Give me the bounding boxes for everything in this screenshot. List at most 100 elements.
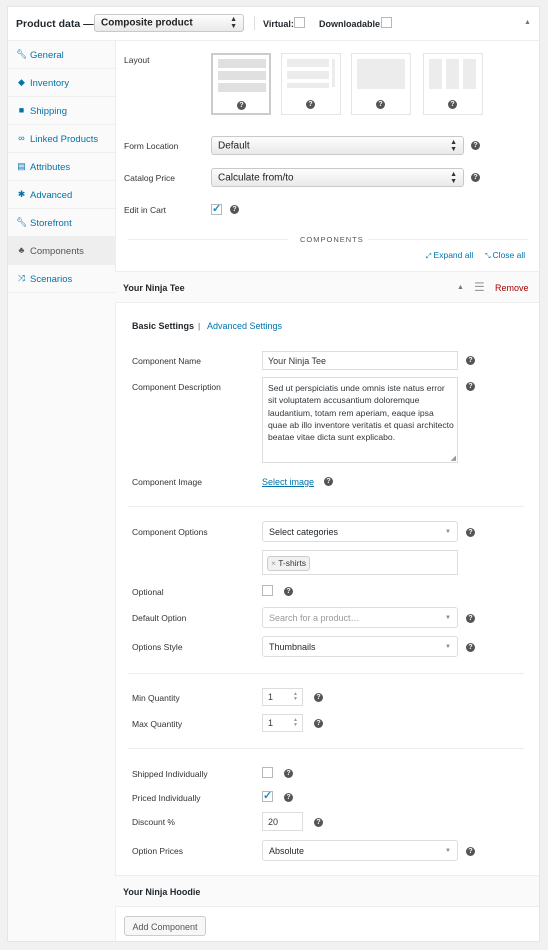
optional-checkbox[interactable] — [262, 585, 273, 596]
help-icon[interactable]: ? — [314, 693, 323, 702]
catalog-price-select[interactable]: Calculate from/to ▲ ▼ — [211, 168, 464, 187]
help-icon[interactable]: ? — [306, 100, 315, 109]
shipped-individually-checkbox[interactable] — [262, 767, 273, 778]
help-icon[interactable]: ? — [466, 847, 475, 856]
help-icon[interactable]: ? — [466, 356, 475, 365]
option-prices-value: Absolute — [269, 845, 305, 856]
min-quantity-input[interactable]: 1 ▲ ▼ — [262, 688, 303, 706]
remove-component-link[interactable]: Remove — [495, 283, 529, 293]
help-icon[interactable]: ? — [314, 719, 323, 728]
sidebar-item-label: Linked Products — [30, 134, 99, 145]
help-icon[interactable]: ? — [314, 818, 323, 827]
form-location-value: Default — [218, 140, 250, 151]
layout-label: Layout — [124, 55, 150, 65]
discount-input[interactable]: 20 — [262, 812, 303, 831]
expand-all-label: Expand all — [433, 250, 474, 260]
catalog-price-label: Catalog Price — [124, 173, 176, 183]
component-description-textarea[interactable]: Sed ut perspiciatis unde omnis iste natu… — [262, 377, 458, 463]
component-name-input[interactable]: Your Ninja Tee — [262, 351, 458, 370]
chevron-down-icon: ▼ — [445, 614, 451, 621]
sidebar-item-advanced[interactable]: ✱ Advanced — [8, 181, 115, 209]
form-location-select[interactable]: Default ▲ ▼ — [211, 136, 464, 155]
priced-individually-label: Priced Individually — [132, 793, 201, 803]
sidebar-item-components[interactable]: ♣ Components — [8, 237, 115, 265]
wrench-icon: 🔧︎ — [16, 217, 28, 227]
resize-handle-icon[interactable]: ◢ — [451, 454, 456, 462]
sidebar-item-label: Scenarios — [30, 274, 73, 285]
layout-option-stepped[interactable]: ? — [351, 53, 411, 115]
help-icon[interactable]: ? — [284, 793, 293, 802]
sidebar-item-label: Storefront — [30, 218, 72, 229]
help-icon[interactable]: ? — [284, 587, 293, 596]
help-icon[interactable]: ? — [466, 614, 475, 623]
product-type-value: Composite product — [101, 17, 193, 29]
min-quantity-value: 1 — [268, 692, 274, 702]
collapse-component-icon[interactable]: ▲ — [457, 284, 464, 291]
sidebar-item-inventory[interactable]: ◆ Inventory — [8, 69, 115, 97]
help-icon[interactable]: ? — [376, 100, 385, 109]
max-quantity-input[interactable]: 1 ▲ ▼ — [262, 714, 303, 732]
layout-option-progressive[interactable]: ? — [281, 53, 341, 115]
select-image-link[interactable]: Select image — [262, 477, 314, 487]
help-icon[interactable]: ? — [466, 382, 475, 391]
help-icon[interactable]: ? — [230, 205, 239, 214]
collapse-panel-icon[interactable]: ▲ — [524, 19, 531, 26]
help-icon[interactable]: ? — [284, 769, 293, 778]
component-header-ninja-tee[interactable]: Your Ninja Tee ▲ ☰ Remove — [115, 271, 539, 303]
max-quantity-value: 1 — [268, 718, 274, 728]
chevron-down-icon: ▼ — [445, 528, 451, 535]
edit-in-cart-checkbox[interactable] — [211, 202, 222, 215]
component-title: Your Ninja Tee — [123, 283, 185, 293]
component-name-value: Your Ninja Tee — [268, 355, 327, 366]
sidebar-item-shipping[interactable]: ■ Shipping — [8, 97, 115, 125]
help-icon[interactable]: ? — [466, 643, 475, 652]
shuffle-icon: ⤨ — [17, 273, 26, 283]
layout-option-componentized[interactable]: ? — [423, 53, 483, 115]
product-data-title: Product data — — [16, 18, 94, 30]
tab-basic-settings[interactable]: Basic Settings — [132, 321, 194, 331]
sidebar-item-attributes[interactable]: ▤ Attributes — [8, 153, 115, 181]
component-title: Your Ninja Hoodie — [123, 887, 201, 897]
tag-remove-icon[interactable]: × — [271, 558, 276, 568]
sidebar-item-scenarios[interactable]: ⤨ Scenarios — [8, 265, 115, 293]
layout-option-stacked[interactable]: ? — [211, 53, 271, 115]
drag-handle-icon[interactable]: ☰ — [474, 280, 485, 294]
help-icon[interactable]: ? — [237, 101, 246, 110]
discount-value: 20 — [268, 816, 279, 827]
help-icon[interactable]: ? — [448, 100, 457, 109]
component-options-tags[interactable]: × T-shirts — [262, 550, 458, 575]
tab-advanced-settings[interactable]: Advanced Settings — [207, 321, 282, 331]
select-arrows-icon: ▲ ▼ — [450, 170, 457, 185]
help-icon[interactable]: ? — [471, 141, 480, 150]
sidebar-item-label: Components — [30, 246, 84, 257]
list-icon: ▤ — [17, 161, 26, 171]
sidebar-item-linked-products[interactable]: ∞ Linked Products — [8, 125, 115, 153]
stepper-icon[interactable]: ▲ ▼ — [293, 692, 298, 702]
catalog-price-value: Calculate from/to — [218, 172, 294, 183]
expand-all-link[interactable]: ⤢ Expand all — [426, 250, 473, 261]
component-options-select[interactable]: Select categories ▼ — [262, 521, 458, 542]
options-style-select[interactable]: Thumbnails ▼ — [262, 636, 458, 657]
product-type-select[interactable]: Composite product ▲ ▼ — [94, 14, 244, 32]
help-icon[interactable]: ? — [466, 528, 475, 537]
component-image-label: Component Image — [132, 477, 202, 487]
sidebar-item-general[interactable]: 🔧︎ General — [8, 41, 115, 69]
close-all-link[interactable]: ⤡ Close all — [485, 250, 525, 261]
downloadable-checkbox[interactable] — [381, 17, 392, 28]
sidebar-item-label: Inventory — [30, 78, 70, 89]
priced-individually-checkbox[interactable] — [262, 789, 273, 802]
default-option-select[interactable]: Search for a product… ▼ — [262, 607, 458, 628]
sidebar-item-label: Attributes — [30, 162, 71, 173]
optional-label: Optional — [132, 587, 164, 597]
discount-label: Discount % — [132, 817, 175, 827]
virtual-checkbox[interactable] — [294, 17, 305, 28]
option-prices-select[interactable]: Absolute ▼ — [262, 840, 458, 861]
components-icon: ♣ — [18, 245, 25, 255]
help-icon[interactable]: ? — [324, 477, 333, 486]
sidebar-item-storefront[interactable]: 🔧︎ Storefront — [8, 209, 115, 237]
stepper-icon[interactable]: ▲ ▼ — [293, 718, 298, 728]
help-icon[interactable]: ? — [471, 173, 480, 182]
add-component-button[interactable]: Add Component — [124, 916, 206, 936]
divider — [368, 239, 528, 240]
component-header-ninja-hoodie[interactable]: Your Ninja Hoodie — [115, 875, 539, 907]
